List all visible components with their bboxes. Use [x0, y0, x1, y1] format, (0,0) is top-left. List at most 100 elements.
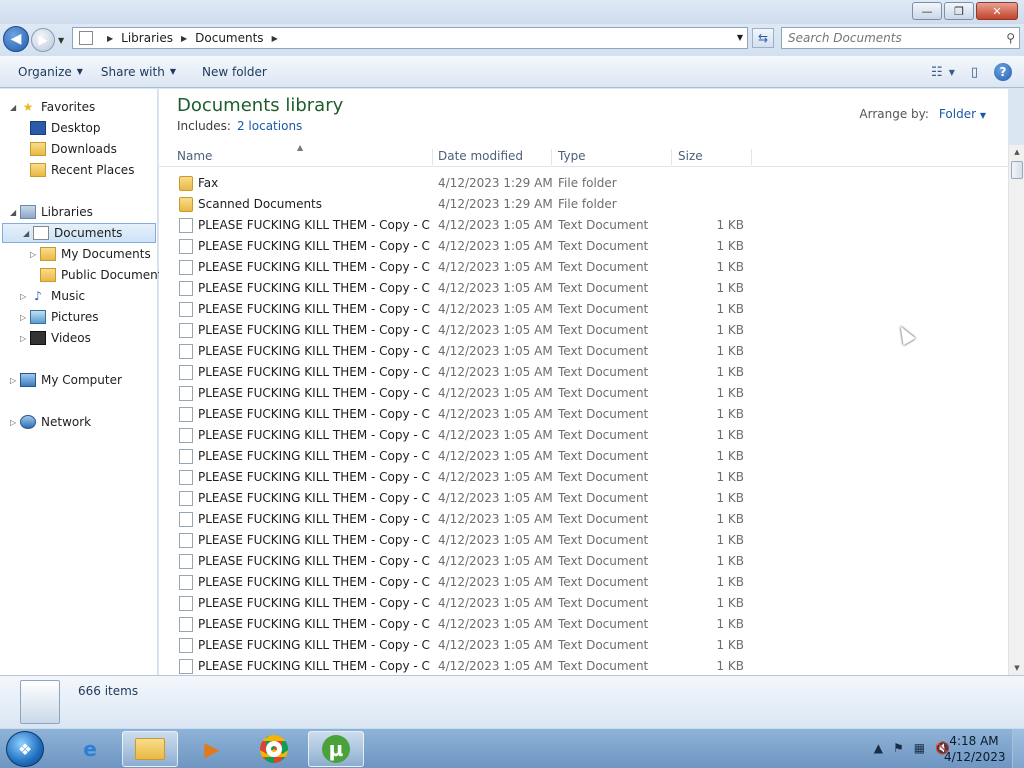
locations-link[interactable]: 2 locations: [237, 119, 302, 133]
share-with-button[interactable]: Share with ▼: [101, 65, 176, 79]
change-view-icon[interactable]: ☷: [931, 65, 943, 80]
nav-documents[interactable]: ◢ Documents: [2, 223, 156, 243]
search-icon[interactable]: ⚲: [1006, 31, 1015, 45]
table-row[interactable]: PLEASE FUCKING KILL THEM - Copy - Co... 4…: [159, 656, 1008, 677]
expand-arrow-icon[interactable]: ▷: [20, 313, 30, 322]
table-row[interactable]: Scanned Documents 4/12/2023 1:29 AM File f…: [159, 194, 1008, 215]
table-row[interactable]: PLEASE FUCKING KILL THEM - Copy - Co... 4…: [159, 320, 1008, 341]
chevron-right-icon[interactable]: ▶: [107, 34, 113, 43]
search-box[interactable]: ⚲: [781, 27, 1020, 49]
system-clock[interactable]: 4:18 AM 4/12/2023: [944, 733, 1006, 765]
file-name: PLEASE FUCKING KILL THEM - Copy - Co...: [198, 407, 430, 421]
table-row[interactable]: PLEASE FUCKING KILL THEM - Copy - Co... 4…: [159, 446, 1008, 467]
table-row[interactable]: PLEASE FUCKING KILL THEM - Copy - Co... 4…: [159, 467, 1008, 488]
table-row[interactable]: PLEASE FUCKING KILL THEM - Copy - Co... 4…: [159, 299, 1008, 320]
search-input[interactable]: [782, 28, 992, 48]
taskbar-windows-explorer[interactable]: [122, 731, 178, 767]
column-header-type[interactable]: Type: [558, 149, 672, 165]
table-row[interactable]: PLEASE FUCKING KILL THEM - Copy - Co... 4…: [159, 509, 1008, 530]
nav-downloads[interactable]: Downloads: [30, 139, 117, 159]
forward-button[interactable]: ▶: [31, 28, 55, 52]
file-type: Text Document: [558, 281, 649, 295]
nav-my-computer[interactable]: ▷ My Computer: [10, 370, 122, 390]
nav-network[interactable]: ▷ Network: [10, 412, 91, 432]
table-row[interactable]: PLEASE FUCKING KILL THEM - Copy - Co... 4…: [159, 593, 1008, 614]
minimize-button[interactable]: —: [912, 2, 942, 20]
table-row[interactable]: PLEASE FUCKING KILL THEM - Copy - Co... 4…: [159, 404, 1008, 425]
back-button[interactable]: ◀: [3, 26, 29, 52]
chevron-right-icon[interactable]: ▶: [181, 34, 187, 43]
breadcrumb-libraries[interactable]: Libraries: [121, 31, 173, 45]
table-row[interactable]: Fax 4/12/2023 1:29 AM File folder: [159, 173, 1008, 194]
table-row[interactable]: PLEASE FUCKING KILL THEM - Copy - Co... 4…: [159, 551, 1008, 572]
table-row[interactable]: PLEASE FUCKING KILL THEM - Copy - Co... 4…: [159, 530, 1008, 551]
nav-pictures[interactable]: ▷ Pictures: [20, 307, 99, 327]
network-status-icon[interactable]: ▦: [914, 741, 925, 755]
address-dropdown-icon[interactable]: ▼: [737, 33, 743, 42]
column-header-date[interactable]: Date modified: [438, 149, 552, 165]
organize-button[interactable]: Organize ▼: [18, 65, 83, 79]
refresh-button[interactable]: ⇆: [752, 28, 774, 48]
nav-music[interactable]: ▷ ♪ Music: [20, 286, 85, 306]
file-size: 1 KB: [716, 428, 744, 442]
expand-arrow-icon[interactable]: ◢: [23, 229, 33, 238]
vertical-scrollbar[interactable]: ▲ ▼: [1008, 145, 1024, 675]
text-document-icon: [179, 428, 193, 443]
file-type: Text Document: [558, 323, 649, 337]
column-header-size[interactable]: Size: [678, 149, 752, 165]
nav-desktop[interactable]: Desktop: [30, 118, 101, 138]
table-row[interactable]: PLEASE FUCKING KILL THEM - Copy - Co... 4…: [159, 341, 1008, 362]
table-row[interactable]: PLEASE FUCKING KILL THEM - Copy - Co... 4…: [159, 572, 1008, 593]
table-row[interactable]: PLEASE FUCKING KILL THEM - Copy - Co... 4…: [159, 236, 1008, 257]
file-size: 1 KB: [716, 260, 744, 274]
new-folder-button[interactable]: New folder: [202, 65, 267, 79]
expand-arrow-icon[interactable]: ▷: [30, 250, 40, 259]
help-icon[interactable]: ?: [994, 63, 1012, 81]
table-row[interactable]: PLEASE FUCKING KILL THEM - Copy - Co... 4…: [159, 383, 1008, 404]
breadcrumb-documents[interactable]: Documents: [195, 31, 263, 45]
show-desktop-button[interactable]: [1012, 729, 1024, 768]
expand-arrow-icon[interactable]: ▷: [10, 376, 20, 385]
address-bar[interactable]: ▶ Libraries ▶ Documents ▶ ▼: [72, 27, 748, 49]
nav-public-documents[interactable]: Public Documents: [40, 265, 169, 285]
expand-arrow-icon[interactable]: ▷: [20, 292, 30, 301]
taskbar-chrome[interactable]: [246, 731, 302, 767]
expand-arrow-icon[interactable]: ▷: [10, 418, 20, 427]
system-tray: ▲ ⚑ ▦ 🔇: [874, 741, 950, 755]
table-row[interactable]: PLEASE FUCKING KILL THEM - Copy - Co... 4…: [159, 362, 1008, 383]
nav-videos[interactable]: ▷ Videos: [20, 328, 91, 348]
expand-arrow-icon[interactable]: ▷: [20, 334, 30, 343]
chevron-right-icon[interactable]: ▶: [272, 34, 278, 43]
arrange-by-dropdown[interactable]: Folder ▼: [939, 107, 986, 121]
table-row[interactable]: PLEASE FUCKING KILL THEM - Copy - Co... 4…: [159, 635, 1008, 656]
taskbar-internet-explorer[interactable]: e: [62, 731, 118, 767]
nav-label: Documents: [54, 226, 123, 240]
taskbar-media-player[interactable]: ▶: [184, 731, 240, 767]
expand-arrow-icon[interactable]: ◢: [10, 208, 20, 217]
scroll-down-icon[interactable]: ▼: [1009, 661, 1024, 675]
nav-favorites[interactable]: ◢ ★ Favorites: [10, 97, 95, 117]
scroll-up-icon[interactable]: ▲: [1009, 145, 1024, 159]
view-options-dropdown-icon[interactable]: ▼: [949, 68, 955, 77]
expand-arrow-icon[interactable]: ◢: [10, 103, 20, 112]
recent-pages-dropdown[interactable]: ▼: [58, 36, 64, 45]
maximize-button[interactable]: ❐: [944, 2, 974, 20]
taskbar-utorrent[interactable]: µ: [308, 731, 364, 767]
table-row[interactable]: PLEASE FUCKING KILL THEM - Copy - Co... 4…: [159, 215, 1008, 236]
preview-pane-icon[interactable]: ▯: [971, 65, 978, 80]
table-row[interactable]: PLEASE FUCKING KILL THEM - Copy - Co... 4…: [159, 278, 1008, 299]
table-row[interactable]: PLEASE FUCKING KILL THEM - Copy - Co... 4…: [159, 425, 1008, 446]
show-hidden-icons-icon[interactable]: ▲: [874, 741, 883, 755]
nav-my-documents[interactable]: ▷ My Documents: [30, 244, 151, 264]
close-button[interactable]: ✕: [976, 2, 1018, 20]
start-button[interactable]: ❖: [6, 731, 44, 767]
table-row[interactable]: PLEASE FUCKING KILL THEM - Copy - Co... 4…: [159, 257, 1008, 278]
column-header-name[interactable]: Name: [177, 149, 433, 165]
table-row[interactable]: PLEASE FUCKING KILL THEM - Copy - Co... 4…: [159, 614, 1008, 635]
action-center-flag-icon[interactable]: ⚑: [893, 741, 904, 755]
nav-libraries[interactable]: ◢ Libraries: [10, 202, 93, 222]
nav-recent-places[interactable]: Recent Places: [30, 160, 134, 180]
scroll-thumb[interactable]: [1011, 161, 1023, 179]
file-date-modified: 4/12/2023 1:05 AM: [438, 470, 553, 484]
table-row[interactable]: PLEASE FUCKING KILL THEM - Copy - Co... 4…: [159, 488, 1008, 509]
